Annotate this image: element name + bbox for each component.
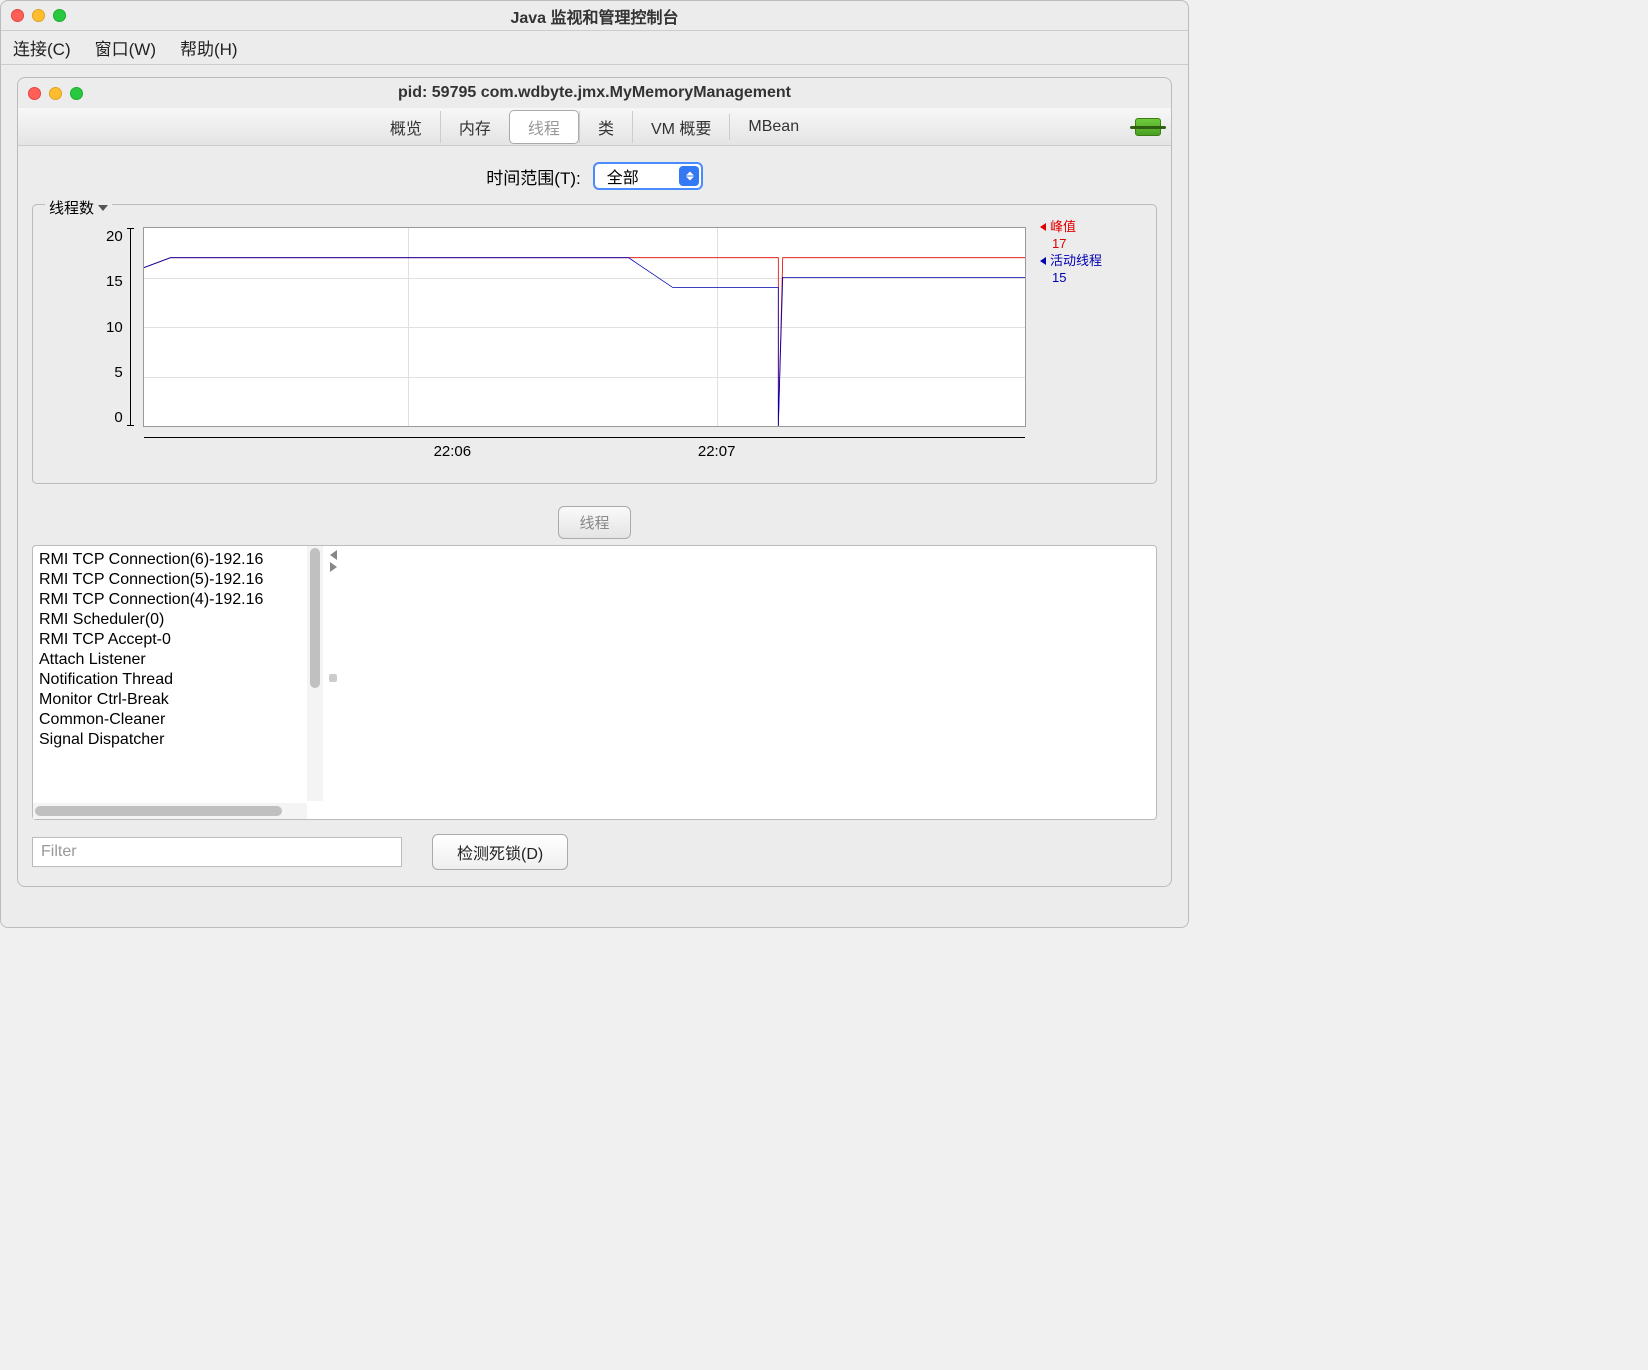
thread-chart-plot: 20151050 22:0622:07 <box>143 227 1026 427</box>
minimize-icon[interactable] <box>32 9 45 22</box>
time-range-dropdown[interactable]: 全部 <box>593 162 703 190</box>
time-range-value: 全部 <box>607 164 639 188</box>
legend-peak: 峰值 <box>1040 219 1150 236</box>
thread-item[interactable]: RMI TCP Connection(4)-192.16 <box>33 590 323 610</box>
splitter[interactable] <box>323 546 343 819</box>
time-range-row: 时间范围(T): 全部 <box>18 146 1171 204</box>
thread-item[interactable]: Signal Dispatcher <box>33 730 323 750</box>
outer-titlebar: Java 监视和管理控制台 <box>1 1 1188 31</box>
chart-panel-title[interactable]: 线程数 <box>45 197 112 218</box>
chevron-down-icon <box>98 205 108 211</box>
y-axis-bar <box>130 228 131 426</box>
mdi-area: pid: 59795 com.wdbyte.jmx.MyMemoryManage… <box>1 65 1188 927</box>
scrollbar-horizontal[interactable] <box>33 803 307 819</box>
thread-item[interactable]: RMI TCP Connection(6)-192.16 <box>33 550 323 570</box>
y-axis-labels: 20 15 10 5 0 <box>106 228 123 426</box>
chart-legend: 峰值 17 活动线程 15 <box>1040 219 1150 287</box>
menu-connection[interactable]: 连接(C) <box>13 35 71 60</box>
x-axis-labels: 22:06 22:07 <box>144 443 1025 460</box>
tabbar: 概览 内存 线程 类 VM 概要 MBean <box>18 108 1171 146</box>
legend-peak-marker-icon <box>1040 223 1046 231</box>
tab-memory[interactable]: 内存 <box>440 111 509 143</box>
chart-svg <box>144 228 1025 426</box>
splitter-right-icon <box>330 562 337 572</box>
inner-window-title: pid: 59795 com.wdbyte.jmx.MyMemoryManage… <box>28 84 1161 102</box>
thread-center-row: 线程 <box>18 500 1171 545</box>
tab-overview[interactable]: 概览 <box>372 111 440 143</box>
menu-help[interactable]: 帮助(H) <box>180 35 238 60</box>
scrollbar-thumb-v[interactable] <box>310 548 320 688</box>
connection-status-icon <box>1135 118 1161 136</box>
x-axis-bar <box>144 437 1025 438</box>
x-tick: 22:07 <box>698 443 736 460</box>
legend-peak-value: 17 <box>1040 236 1150 253</box>
tab-threads[interactable]: 线程 <box>509 110 579 144</box>
inner-close-icon[interactable] <box>28 87 41 100</box>
thread-item[interactable]: Common-Cleaner <box>33 710 323 730</box>
x-tick: 22:06 <box>434 443 472 460</box>
traffic-lights <box>11 9 66 22</box>
inner-titlebar: pid: 59795 com.wdbyte.jmx.MyMemoryManage… <box>18 78 1171 108</box>
thread-detail <box>343 546 1156 819</box>
y-tick: 20 <box>106 228 123 245</box>
threads-button[interactable]: 线程 <box>558 506 630 539</box>
splitter-knob-icon <box>329 674 337 682</box>
legend-live: 活动线程 <box>1040 253 1150 270</box>
thread-item[interactable]: Monitor Ctrl-Break <box>33 690 323 710</box>
dropdown-arrows-icon <box>686 172 694 181</box>
thread-item[interactable]: RMI Scheduler(0) <box>33 610 323 630</box>
inner-window: pid: 59795 com.wdbyte.jmx.MyMemoryManage… <box>17 77 1172 887</box>
maximize-icon[interactable] <box>53 9 66 22</box>
outer-window-title: Java 监视和管理控制台 <box>11 4 1178 28</box>
detect-deadlock-button[interactable]: 检测死锁(D) <box>432 834 568 870</box>
thread-item[interactable]: Attach Listener <box>33 650 323 670</box>
tab-classes[interactable]: 类 <box>579 111 632 143</box>
outer-window: Java 监视和管理控制台 连接(C) 窗口(W) 帮助(H) pid: 597… <box>0 0 1189 928</box>
legend-live-value: 15 <box>1040 270 1150 287</box>
close-icon[interactable] <box>11 9 24 22</box>
tab-mbean[interactable]: MBean <box>729 114 817 140</box>
scrollbar-thumb-h[interactable] <box>35 806 282 816</box>
menubar: 连接(C) 窗口(W) 帮助(H) <box>1 31 1188 65</box>
legend-live-marker-icon <box>1040 257 1046 265</box>
thread-item[interactable]: RMI TCP Connection(5)-192.16 <box>33 570 323 590</box>
filter-input[interactable]: Filter <box>32 837 402 867</box>
thread-item[interactable]: Notification Thread <box>33 670 323 690</box>
inner-minimize-icon[interactable] <box>49 87 62 100</box>
splitter-left-icon <box>330 550 337 560</box>
inner-maximize-icon[interactable] <box>70 87 83 100</box>
thread-list[interactable]: RMI TCP Connection(6)-192.16RMI TCP Conn… <box>33 546 323 819</box>
y-tick: 15 <box>106 273 123 290</box>
scrollbar-vertical[interactable] <box>307 546 323 801</box>
thread-list-panel: RMI TCP Connection(6)-192.16RMI TCP Conn… <box>32 545 1157 820</box>
time-range-label: 时间范围(T): <box>486 164 580 189</box>
thread-chart-panel: 线程数 20151050 22:0622:07 峰值 17 <box>32 204 1157 484</box>
bottom-row: Filter 检测死锁(D) <box>32 834 1157 886</box>
inner-traffic-lights <box>28 87 83 100</box>
y-tick: 10 <box>106 319 123 336</box>
y-tick: 0 <box>106 409 123 426</box>
tab-vm-summary[interactable]: VM 概要 <box>632 111 729 143</box>
thread-item[interactable]: RMI TCP Accept-0 <box>33 630 323 650</box>
menu-window[interactable]: 窗口(W) <box>95 35 156 60</box>
y-tick: 5 <box>106 364 123 381</box>
